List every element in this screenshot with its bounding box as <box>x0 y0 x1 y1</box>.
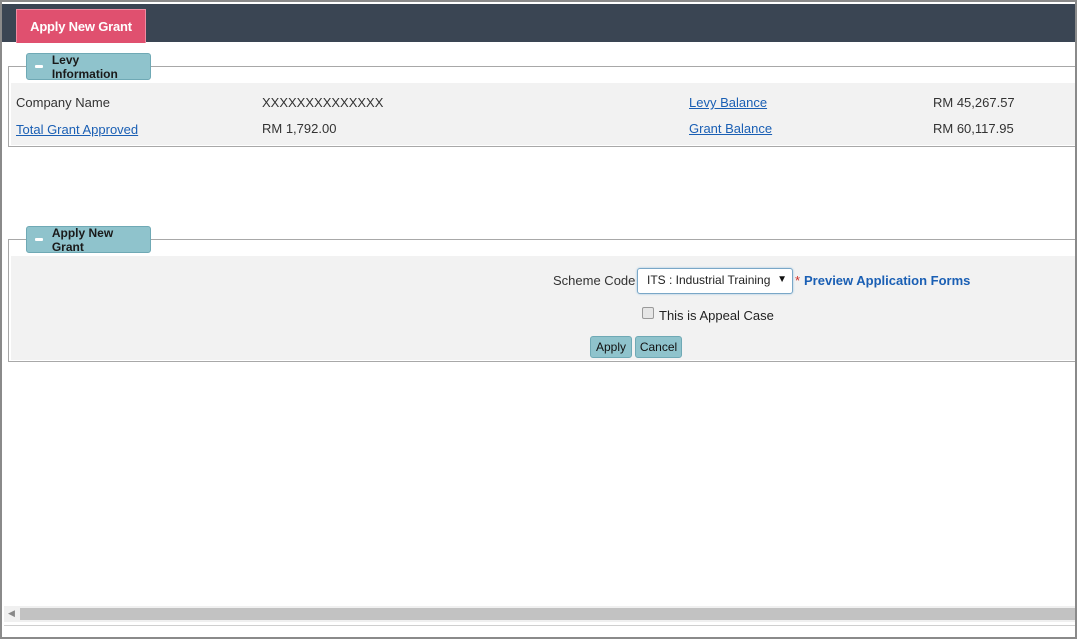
company-name-value: XXXXXXXXXXXXXX <box>262 95 384 110</box>
levy-information-panel: Levy Information Company Name XXXXXXXXXX… <box>8 53 1075 147</box>
app-frame: Apply New Grant Levy Information Company… <box>0 0 1077 639</box>
appeal-case-label: This is Appeal Case <box>659 308 774 323</box>
levy-information-body: Company Name XXXXXXXXXXXXXX Levy Balance… <box>11 83 1075 145</box>
grant-balance-value: RM 60,117.95 <box>933 121 1014 136</box>
cancel-button[interactable]: Cancel <box>635 336 682 358</box>
appeal-case-checkbox[interactable] <box>642 307 654 319</box>
levy-balance-link[interactable]: Levy Balance <box>689 95 767 110</box>
levy-balance-value: RM 45,267.57 <box>933 95 1015 110</box>
tab-apply-new-grant[interactable]: Apply New Grant <box>16 9 146 43</box>
bottom-divider <box>4 625 1075 626</box>
levy-information-title: Levy Information <box>51 52 118 81</box>
apply-new-grant-legend[interactable]: Apply New Grant <box>26 225 151 254</box>
minus-icon[interactable] <box>35 238 43 241</box>
levy-information-legend[interactable]: Levy Information <box>26 52 151 81</box>
top-tab-bar: Apply New Grant <box>2 4 1075 43</box>
total-grant-approved-value: RM 1,792.00 <box>262 121 337 136</box>
scheme-code-label: Scheme Code <box>553 273 636 288</box>
scheme-code-selected-value: ITS : Industrial Training S <box>647 273 771 287</box>
preview-application-forms-link[interactable]: Preview Application Forms <box>804 273 970 288</box>
scheme-code-select[interactable]: ITS : Industrial Training S ▼ <box>637 268 793 294</box>
dropdown-arrow-icon: ▼ <box>777 274 787 285</box>
scrollbar-thumb[interactable] <box>20 608 1075 620</box>
apply-new-grant-panel: Apply New Grant Scheme Code ITS : Indust… <box>8 226 1075 362</box>
grant-balance-link[interactable]: Grant Balance <box>689 121 772 136</box>
company-name-label: Company Name <box>16 95 110 110</box>
horizontal-scrollbar[interactable]: ◀ <box>4 606 1075 622</box>
required-marker: * <box>795 273 801 288</box>
scroll-left-arrow-icon[interactable]: ◀ <box>8 608 15 619</box>
total-grant-approved-link[interactable]: Total Grant Approved <box>16 122 138 137</box>
apply-button[interactable]: Apply <box>590 336 632 358</box>
apply-new-grant-title: Apply New Grant <box>51 225 114 254</box>
apply-new-grant-body: Scheme Code ITS : Industrial Training S … <box>11 256 1075 360</box>
minus-icon[interactable] <box>35 65 43 68</box>
